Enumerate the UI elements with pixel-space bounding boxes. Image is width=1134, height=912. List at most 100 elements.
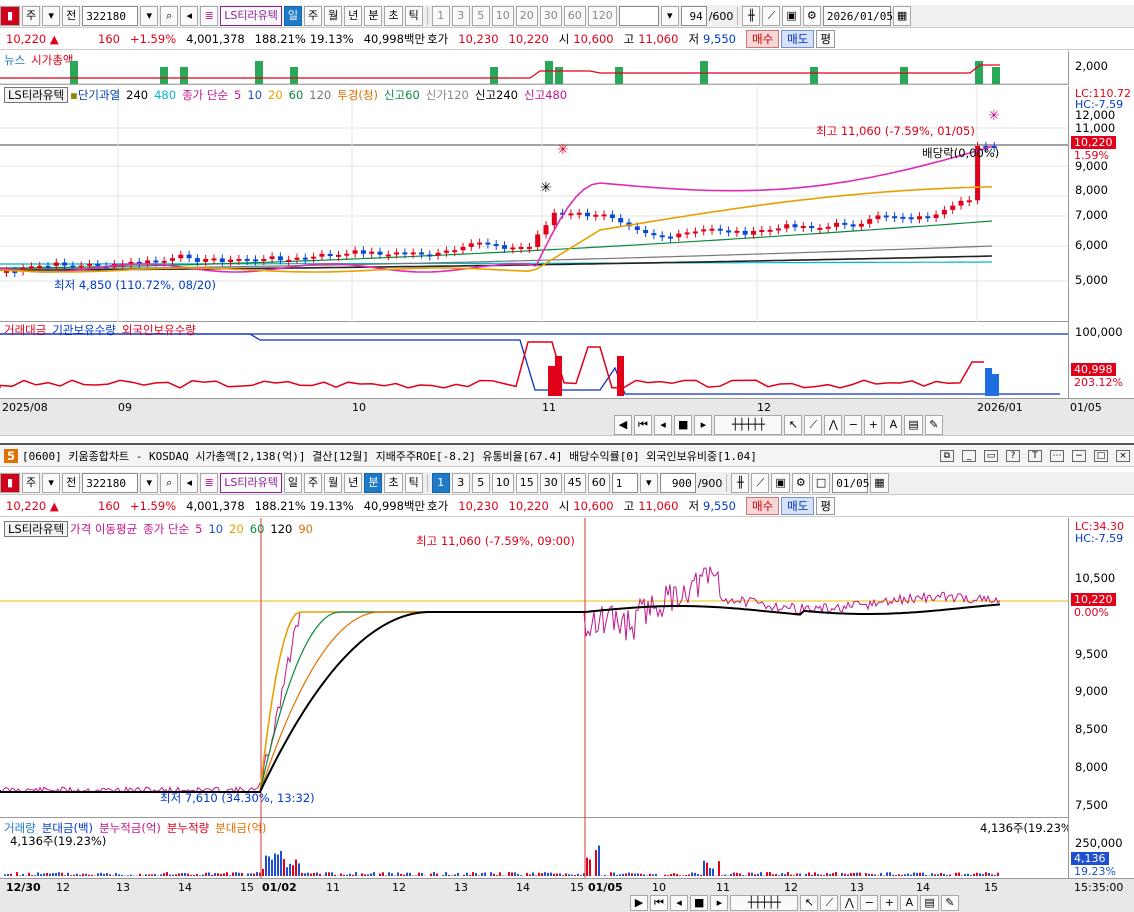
stock-name-label[interactable]: LS티라유텍 (220, 473, 282, 493)
stock-name-label[interactable]: LS티라유텍 (220, 6, 282, 26)
code-dropdown-icon[interactable]: ▾ (140, 6, 159, 26)
legend-stock-name[interactable]: LS티라유텍 (4, 87, 69, 103)
favorite-icon[interactable]: ≣ (200, 6, 219, 26)
calendar-icon[interactable]: ▦ (892, 6, 912, 26)
interval-30[interactable]: 30 (539, 6, 562, 26)
interval-120[interactable]: 120 (587, 6, 617, 26)
scroll-begin-icon[interactable]: ⏮ (650, 895, 668, 911)
text-tool-icon[interactable]: A (884, 414, 903, 435)
scroll-stop-icon[interactable]: ■ (674, 414, 693, 435)
settings-gear-icon[interactable]: ⚙ (802, 6, 821, 26)
interval-10[interactable]: 10 (491, 6, 514, 26)
flat-button[interactable]: 평 (816, 29, 835, 48)
zoom-out-icon[interactable]: − (844, 414, 863, 435)
code-input[interactable]: 322180 (82, 473, 139, 493)
interval-1[interactable]: 1 (431, 6, 450, 26)
interval-3[interactable]: 3 (451, 6, 470, 26)
drawing-icon[interactable]: ⟋ (762, 6, 781, 26)
interval-1[interactable]: 1 (431, 473, 450, 493)
interval-5[interactable]: 5 (471, 6, 490, 26)
checkbox[interactable]: □ (811, 473, 831, 493)
prev-button[interactable]: 전 (62, 473, 81, 493)
chart-type-icon[interactable]: ▮ (0, 473, 20, 493)
period-second[interactable]: 초 (384, 473, 403, 493)
zoom-slider[interactable]: ┼┼┼┼┼ (714, 414, 783, 435)
interval-60[interactable]: 60 (563, 6, 586, 26)
period-month[interactable]: 월 (324, 473, 343, 493)
interval-5[interactable]: 5 (471, 473, 490, 493)
search-icon[interactable]: ⌕ (160, 6, 179, 26)
date-input[interactable]: 2026/01/05 (822, 6, 893, 26)
scroll-left-icon[interactable]: ◀ (614, 414, 632, 435)
candle-icon[interactable]: ╫ (731, 473, 750, 493)
interval-60[interactable]: 60 (587, 473, 610, 493)
scroll-next-icon[interactable]: ▸ (710, 895, 729, 911)
line-tool-icon[interactable]: ⟋ (804, 414, 823, 435)
scroll-left-icon[interactable]: ▶ (630, 895, 648, 911)
layout-icon[interactable]: ▭ (984, 449, 998, 462)
period-minute[interactable]: 분 (364, 473, 383, 493)
speaker-icon[interactable]: ◂ (180, 6, 199, 26)
minute-price-chart[interactable] (0, 518, 1068, 818)
news-chart[interactable] (0, 51, 1068, 85)
buy-button[interactable]: 매수 (745, 29, 780, 48)
period-week[interactable]: 주 (303, 6, 323, 26)
close-icon[interactable]: × (1116, 449, 1130, 462)
save-icon[interactable]: ▣ (771, 473, 790, 493)
count-input[interactable]: 94 (680, 6, 707, 26)
prev-button[interactable]: 전 (62, 6, 81, 26)
period-minute[interactable]: 분 (364, 6, 383, 26)
search-icon[interactable]: ⌕ (160, 473, 179, 493)
settings-gear-icon[interactable]: ⚙ (791, 473, 810, 493)
count-input[interactable]: 900 (659, 473, 696, 493)
buy-button[interactable]: 매수 (745, 496, 780, 515)
candle-icon[interactable]: ╫ (742, 6, 761, 26)
scroll-next-icon[interactable]: ▸ (694, 414, 713, 435)
max-button-icon[interactable]: □ (1094, 449, 1108, 462)
dropdown-chevron-icon[interactable]: ▾ (42, 473, 61, 493)
tools-icon[interactable]: ✎ (924, 414, 943, 435)
period-week[interactable]: 주 (303, 473, 323, 493)
period-year[interactable]: 년 (344, 6, 363, 26)
chart-type-icon[interactable]: ▮ (0, 6, 20, 26)
date-input[interactable]: 01/05 (832, 473, 869, 493)
market-select[interactable]: 주 (22, 6, 41, 26)
zoom-in-icon[interactable]: + (880, 895, 899, 911)
scroll-prev-icon[interactable]: ◂ (670, 895, 688, 911)
speaker-icon[interactable]: ◂ (180, 473, 199, 493)
text-icon[interactable]: T (1028, 449, 1042, 462)
market-select[interactable]: 주 (22, 473, 41, 493)
favorite-icon[interactable]: ≣ (200, 473, 219, 493)
flat-button[interactable]: 평 (816, 496, 835, 515)
drawing-icon[interactable]: ⟋ (751, 473, 770, 493)
interval-15[interactable]: 15 (515, 473, 538, 493)
scroll-prev-icon[interactable]: ◂ (654, 414, 672, 435)
scroll-stop-icon[interactable]: ■ (690, 895, 709, 911)
zoom-in-icon[interactable]: + (864, 414, 883, 435)
sell-button[interactable]: 매도 (781, 29, 815, 48)
sell-button[interactable]: 매도 (781, 496, 815, 515)
tools-icon[interactable]: ✎ (940, 895, 959, 911)
line-tool-icon[interactable]: ⟋ (820, 895, 839, 911)
period-month[interactable]: 월 (324, 6, 343, 26)
dropdown-chevron-icon[interactable]: ▾ (42, 6, 61, 26)
period-second[interactable]: 초 (384, 6, 403, 26)
min-button-icon[interactable]: − (1072, 449, 1086, 462)
code-input[interactable]: 322180 (82, 6, 139, 26)
zoom-slider[interactable]: ┼┼┼┼┼ (730, 895, 799, 911)
calendar-icon[interactable]: ▦ (870, 473, 889, 493)
interval-45[interactable]: 45 (563, 473, 586, 493)
interval-3[interactable]: 3 (451, 473, 470, 493)
help-icon[interactable]: ? (1006, 449, 1020, 462)
period-day[interactable]: 일 (283, 6, 302, 26)
print-icon[interactable]: ▤ (920, 895, 939, 911)
menu-icon[interactable]: ⋯ (1050, 449, 1064, 462)
link-icon[interactable]: ⧉ (940, 449, 954, 462)
cursor-icon[interactable]: ↖ (784, 414, 803, 435)
save-icon[interactable]: ▣ (782, 6, 801, 26)
period-tick[interactable]: 틱 (404, 473, 423, 493)
code-dropdown-icon[interactable]: ▾ (140, 473, 159, 493)
period-year[interactable]: 년 (344, 473, 363, 493)
period-tick[interactable]: 틱 (404, 6, 423, 26)
print-icon[interactable]: ▤ (904, 414, 923, 435)
